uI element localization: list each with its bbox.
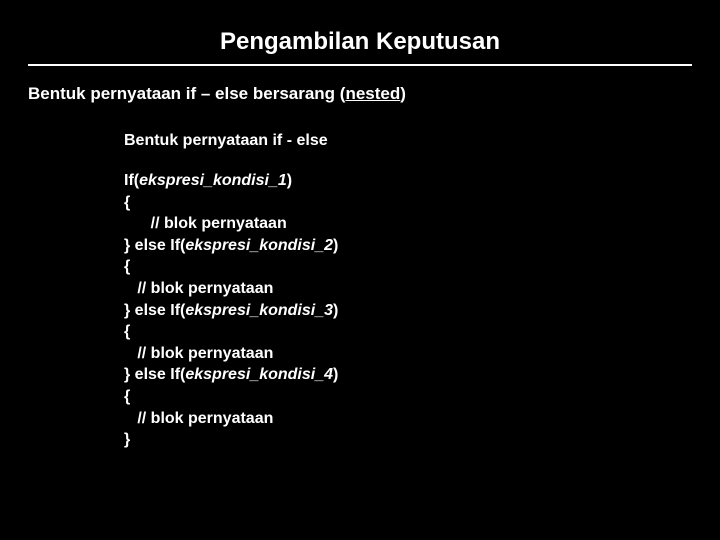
code-text: ) xyxy=(333,366,338,383)
code-line-13: } xyxy=(124,431,130,448)
code-line-12: // blok pernyataan xyxy=(124,410,273,427)
code-text: } else If( xyxy=(124,366,185,383)
code-line-1: If(ekspresi_kondisi_1) xyxy=(124,172,292,189)
code-italic: ekspresi_kondisi_1 xyxy=(139,172,287,189)
code-text: } else If( xyxy=(124,302,185,319)
subtitle-prefix: Bentuk pernyataan if – else bersarang ( xyxy=(28,84,345,103)
code-line-4: } else If(ekspresi_kondisi_2) xyxy=(124,237,338,254)
subtitle-underlined: nested xyxy=(345,84,400,103)
code-text: ) xyxy=(333,237,338,254)
code-text: ) xyxy=(333,302,338,319)
code-line-3: // blok pernyataan xyxy=(124,215,287,232)
code-text: If( xyxy=(124,172,139,189)
code-text: } else If( xyxy=(124,237,185,254)
title-divider xyxy=(28,64,692,66)
code-line-8: { xyxy=(124,323,130,340)
code-line-11: { xyxy=(124,388,130,405)
code-line-10: } else If(ekspresi_kondisi_4) xyxy=(124,366,338,383)
slide: Pengambilan Keputusan Bentuk pernyataan … xyxy=(0,0,720,540)
code-text: ) xyxy=(287,172,292,189)
code-block: If(ekspresi_kondisi_1) { // blok pernyat… xyxy=(124,170,720,451)
slide-title: Pengambilan Keputusan xyxy=(0,0,720,64)
code-line-6: // blok pernyataan xyxy=(124,280,273,297)
code-line-9: // blok pernyataan xyxy=(124,345,273,362)
code-italic: ekspresi_kondisi_2 xyxy=(185,237,333,254)
code-italic: ekspresi_kondisi_4 xyxy=(185,366,333,383)
code-line-7: } else If(ekspresi_kondisi_3) xyxy=(124,302,338,319)
code-line-5: { xyxy=(124,258,130,275)
subtitle: Bentuk pernyataan if – else bersarang (n… xyxy=(28,84,720,104)
code-line-2: { xyxy=(124,194,130,211)
section-heading: Bentuk pernyataan if - else xyxy=(124,132,720,150)
subtitle-suffix: ) xyxy=(400,84,406,103)
code-italic: ekspresi_kondisi_3 xyxy=(185,302,333,319)
